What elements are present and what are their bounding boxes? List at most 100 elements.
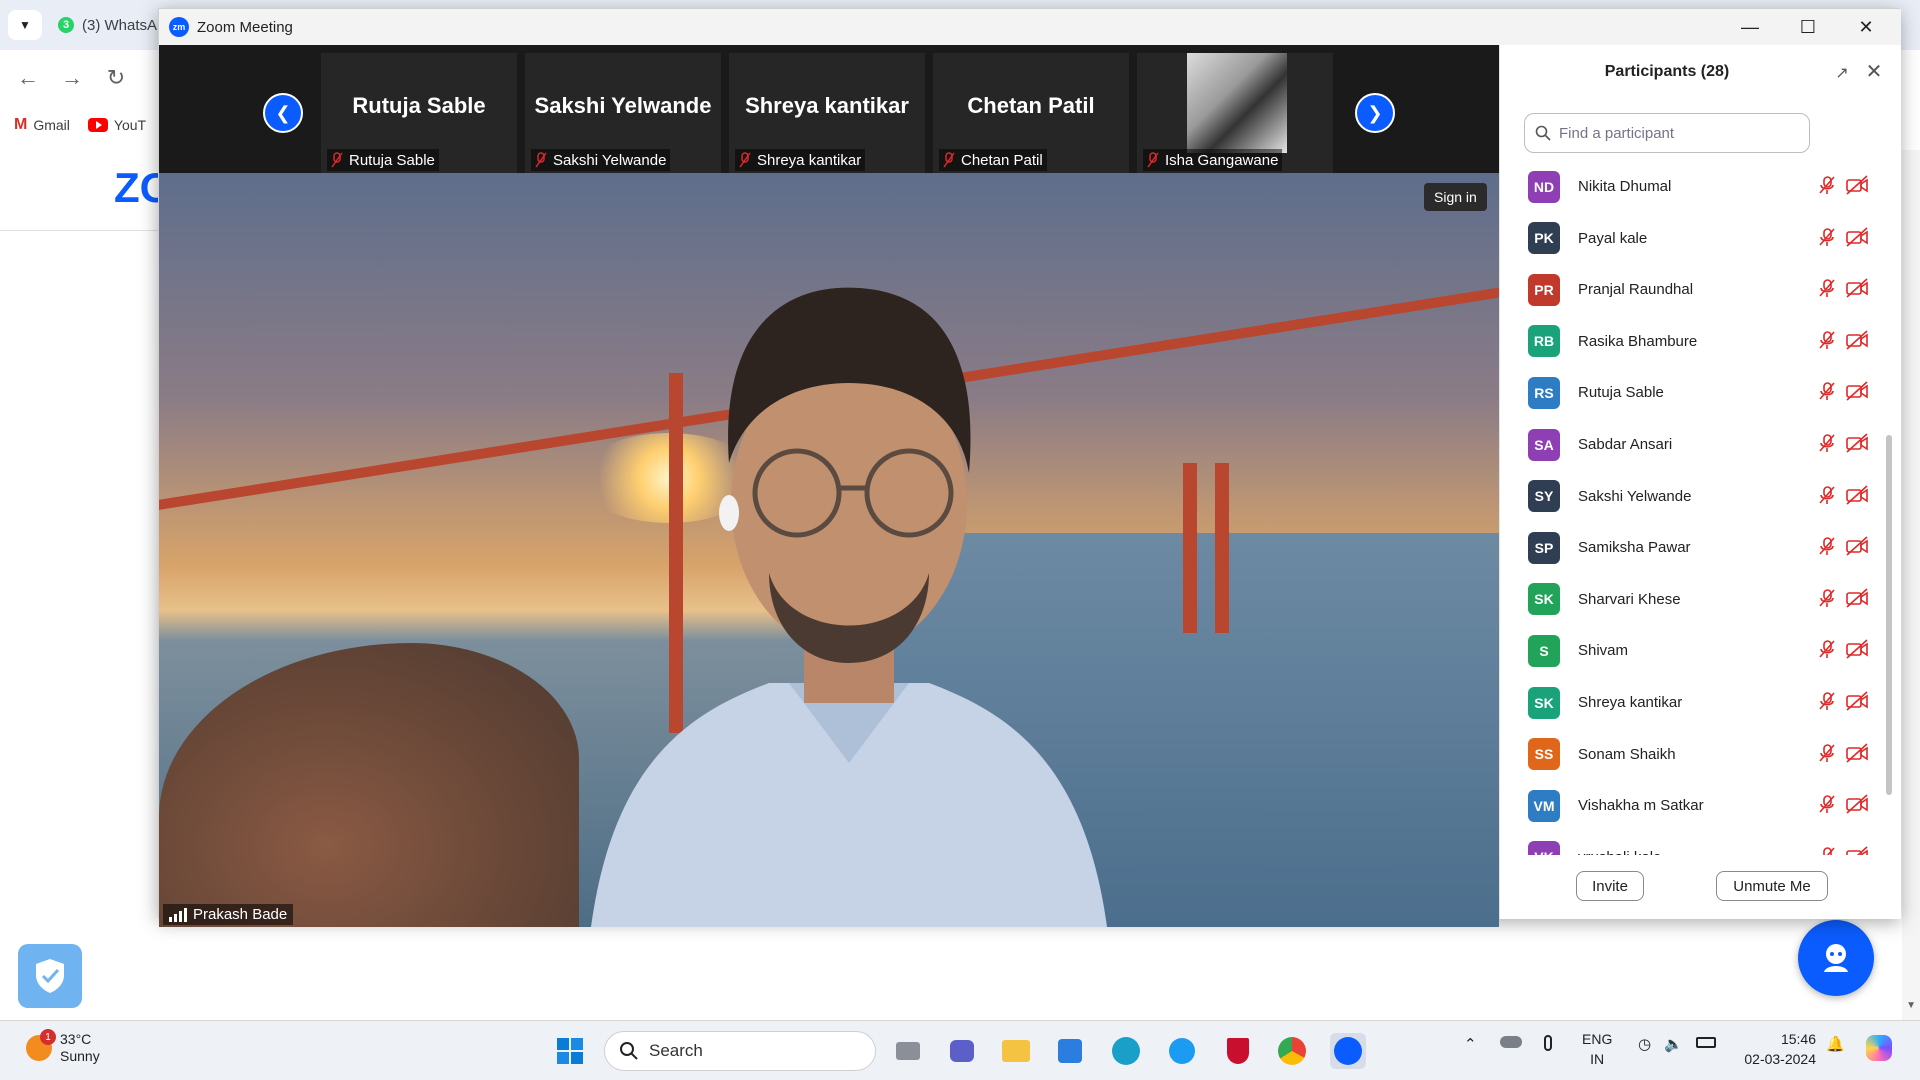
microphone-button[interactable] [1544,1035,1552,1055]
participant-row[interactable]: RS Rutuja Sable [1500,367,1880,418]
participant-row[interactable]: SS Sonam Shaikh [1500,729,1880,780]
participant-row[interactable]: S Shivam [1500,625,1880,676]
maximize-button[interactable]: ☐ [1779,9,1837,45]
participant-search[interactable] [1524,113,1810,153]
youtube-icon [87,118,108,132]
task-view-button[interactable] [890,1033,926,1069]
close-panel-button[interactable]: ✕ [1862,59,1886,83]
avatar: PK [1528,222,1560,255]
avatar: PR [1528,273,1560,306]
participant-thumbnail[interactable]: Chetan Patil Chetan Patil [933,53,1129,173]
participant-name: Sonam Shaikh [1578,745,1676,763]
search-label: Search [649,1041,703,1060]
taskbar-search[interactable]: Search [604,1031,876,1071]
active-speaker-video[interactable]: Sign in Prakash Bade [159,173,1499,927]
whatsapp-tab[interactable]: 3 (3) WhatsA [58,12,157,38]
onedrive-button[interactable] [1500,1035,1522,1052]
input-language-button[interactable]: ENG IN [1582,1029,1612,1069]
avatar: SP [1528,531,1560,564]
participants-title: Participants (28) [1604,63,1730,80]
chatbot-icon [1824,944,1848,972]
reload-button[interactable]: ↻ [100,62,132,94]
arrow-left-icon: ← [17,65,39,90]
start-button[interactable] [552,1033,588,1069]
participant-thumbnail[interactable]: Sakshi Yelwande Sakshi Yelwande [525,53,721,173]
connection-signal-icon [169,907,187,922]
weather-widget[interactable]: 1 33°C Sunny [26,1029,100,1065]
mic-muted-icon [1819,640,1835,659]
participant-status-icons [1818,175,1868,195]
participant-row[interactable]: SK Sharvari Khese [1500,574,1880,625]
sign-in-button[interactable]: Sign in [1424,183,1487,211]
participant-row[interactable]: PK Payal kale [1500,213,1880,264]
chrome-button[interactable] [1274,1033,1310,1069]
pop-out-button[interactable]: ↗ [1830,61,1854,85]
microsoft-store-button[interactable] [1052,1033,1088,1069]
participant-row[interactable]: PR Pranjal Raundhal [1500,264,1880,315]
notifications-button[interactable]: 🔔 [1826,1035,1845,1053]
minimize-icon: — [1741,16,1759,37]
participant-thumbnail[interactable]: Shreya kantikar Shreya kantikar [729,53,925,173]
participant-row[interactable]: VM Vishakha m Satkar [1500,780,1880,831]
gmail-icon: M [14,116,28,133]
volume-button[interactable]: 🔈 [1664,1035,1683,1053]
participant-row[interactable]: RB Rasika Bhambure [1500,316,1880,367]
participant-row[interactable]: VK vrushali kale [1500,832,1880,855]
video-off-icon [1846,278,1868,298]
participant-status-icons [1818,226,1868,247]
pop-out-icon: ↗ [1835,65,1849,82]
close-icon: ✕ [1865,60,1883,83]
participant-status-icons [1818,639,1868,659]
system-clock[interactable]: 15:46 02-03-2024 [1734,1029,1816,1069]
scroll-down-icon[interactable]: ▼ [1906,1000,1916,1011]
copilot-button[interactable] [1866,1035,1892,1065]
zoom-app-icon: zm [169,17,189,37]
next-page-button[interactable]: ❯ [1355,93,1395,133]
teams-chat-button[interactable] [944,1033,980,1069]
time: 15:46 [1780,1031,1816,1047]
edge-icon [1112,1037,1140,1065]
avatar: VM [1528,789,1560,822]
previous-page-button[interactable]: ❮ [263,93,303,133]
thumbnail-label: Shreya kantikar [735,149,866,171]
bookmark-youtube[interactable]: YouT [87,117,146,133]
participant-thumbnail[interactable]: Isha Gangawane [1137,53,1333,173]
mic-muted-icon [1823,846,1835,855]
wifi-button[interactable]: ◷ [1638,1035,1651,1053]
language-code: ENG [1582,1031,1613,1047]
participant-thumbnail[interactable]: Rutuja Sable Rutuja Sable [321,53,517,173]
mcafee-button[interactable] [1220,1033,1256,1069]
participant-row[interactable]: SK Shreya kantikar [1500,677,1880,728]
security-extension-button[interactable] [18,944,82,1008]
minimize-button[interactable]: — [1721,9,1779,45]
participant-name: Sakshi Yelwande [1578,487,1692,505]
participant-photo [1187,53,1287,153]
bridge-tower [1183,463,1197,633]
mic-muted-icon [1819,537,1835,556]
tab-search-button[interactable]: ▼ [8,10,42,40]
participant-row[interactable]: SP Samiksha Pawar [1500,522,1880,573]
zoom-taskbar-button[interactable] [1330,1033,1366,1069]
support-chat-button[interactable] [1798,920,1874,996]
thumbnail-label: Rutuja Sable [327,149,439,171]
unmute-me-button[interactable]: Unmute Me [1716,871,1828,901]
participant-status-icons [1818,381,1868,401]
search-input[interactable] [1559,124,1799,142]
mic-muted-icon [739,152,751,168]
page-scrollbar[interactable] [1902,150,1920,1020]
show-hidden-icons-button[interactable]: ⌃ [1464,1035,1477,1053]
participant-row[interactable]: ND Nikita Dhumal [1500,161,1880,212]
back-button[interactable]: ← [12,62,44,94]
scrollbar-thumb[interactable] [1886,435,1892,795]
file-explorer-button[interactable] [998,1033,1034,1069]
bookmark-gmail[interactable]: M Gmail [14,116,70,134]
participant-row[interactable]: SA Sabdar Ansari [1500,419,1880,470]
close-window-button[interactable]: ✕ [1837,9,1895,45]
avatar: ND [1528,170,1560,203]
battery-button[interactable] [1696,1035,1716,1052]
forward-button[interactable]: → [56,62,88,94]
invite-button[interactable]: Invite [1576,871,1644,901]
skype-button[interactable] [1164,1033,1200,1069]
edge-browser-button[interactable] [1108,1033,1144,1069]
participant-row[interactable]: SY Sakshi Yelwande [1500,471,1880,522]
